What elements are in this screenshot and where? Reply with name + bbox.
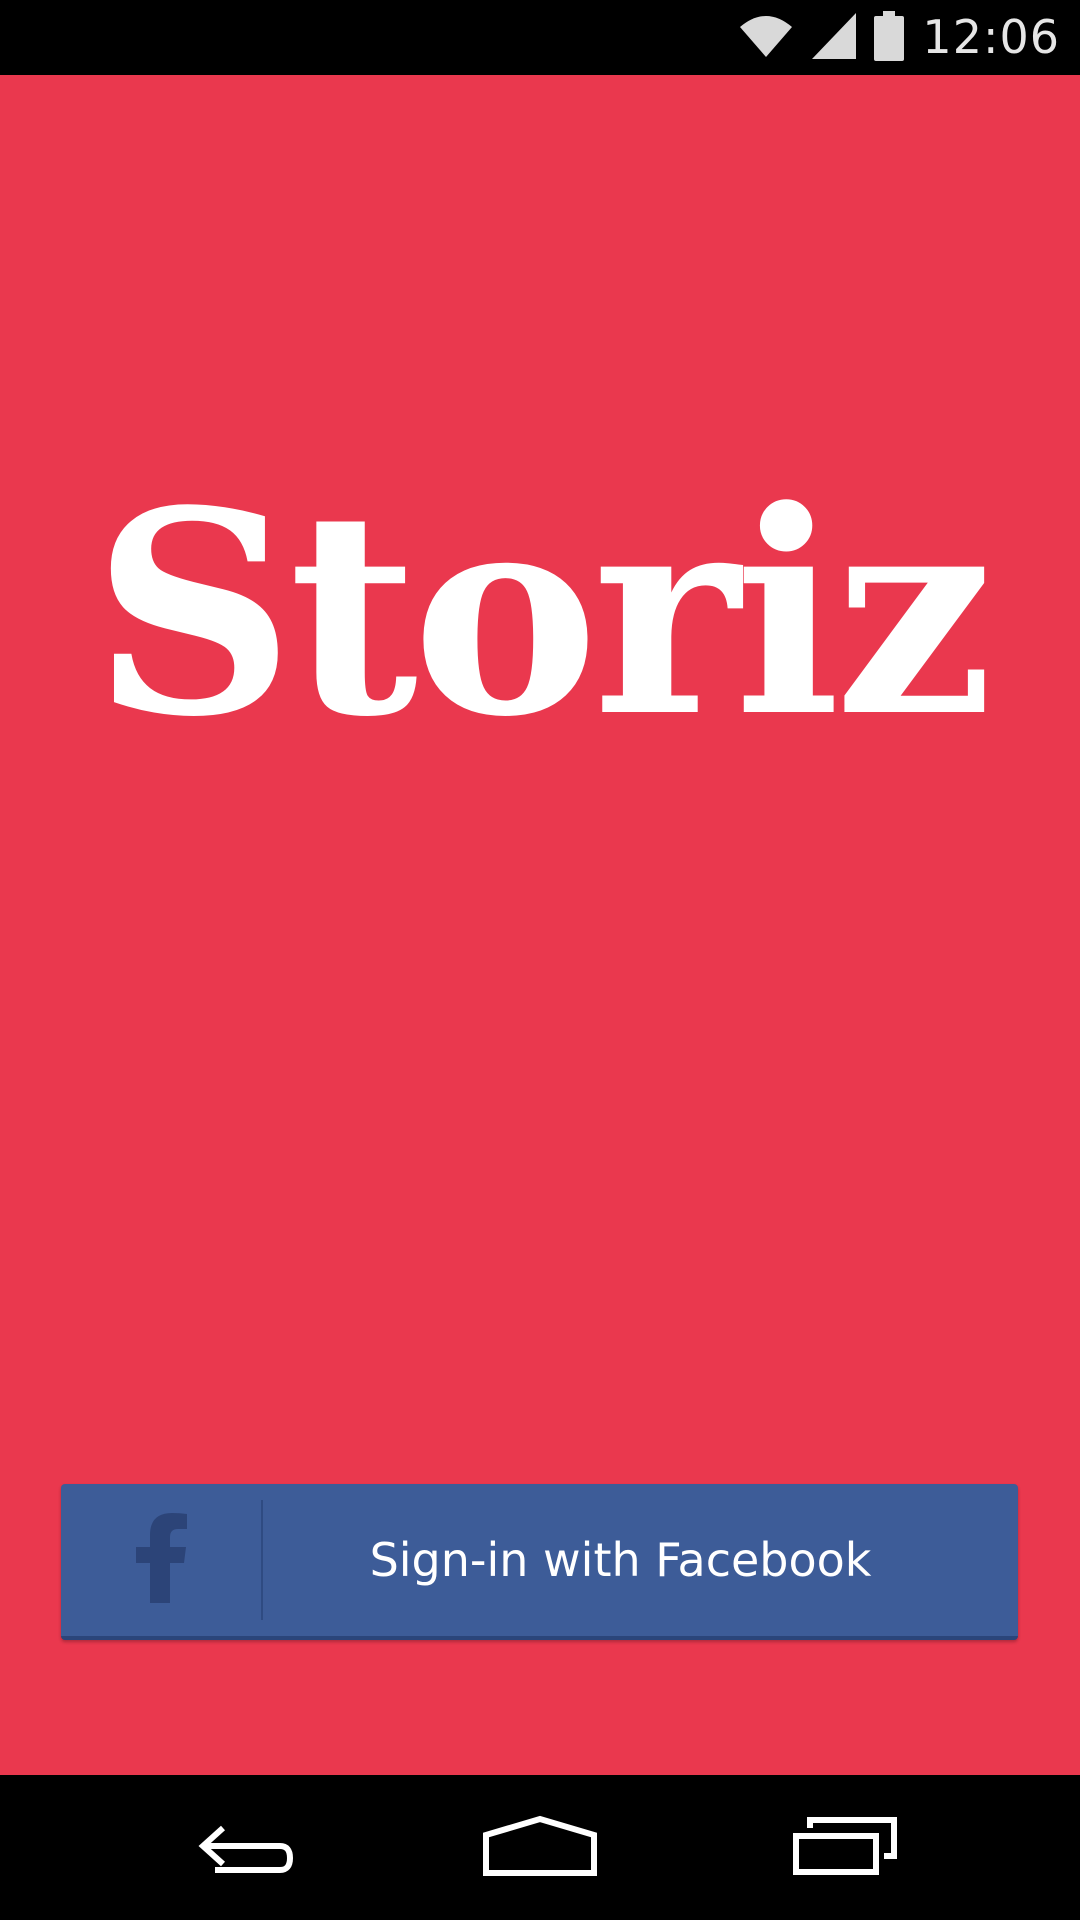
wifi-icon <box>738 13 794 63</box>
home-button[interactable] <box>470 1795 610 1900</box>
back-button[interactable] <box>170 1795 310 1900</box>
status-time: 12:06 <box>922 10 1060 64</box>
app-logo: Storiz <box>92 450 993 779</box>
facebook-signin-button[interactable]: Sign-in with Facebook <box>61 1484 1018 1640</box>
recents-icon <box>790 1816 900 1880</box>
facebook-signin-label: Sign-in with Facebook <box>369 1533 872 1587</box>
screen: 12:06 Storiz Sign-in with Facebook <box>0 0 1080 1920</box>
facebook-icon-box <box>61 1484 261 1636</box>
cell-signal-icon <box>812 12 857 63</box>
battery-icon <box>874 10 905 65</box>
facebook-f-icon <box>134 1513 188 1607</box>
navigation-bar <box>0 1775 1080 1920</box>
back-icon <box>185 1816 295 1880</box>
main-content: Storiz Sign-in with Facebook <box>0 75 1080 1775</box>
status-bar: 12:06 <box>0 0 1080 75</box>
home-icon <box>480 1813 600 1883</box>
recents-button[interactable] <box>775 1795 915 1900</box>
status-icons: 12:06 <box>738 0 1060 75</box>
